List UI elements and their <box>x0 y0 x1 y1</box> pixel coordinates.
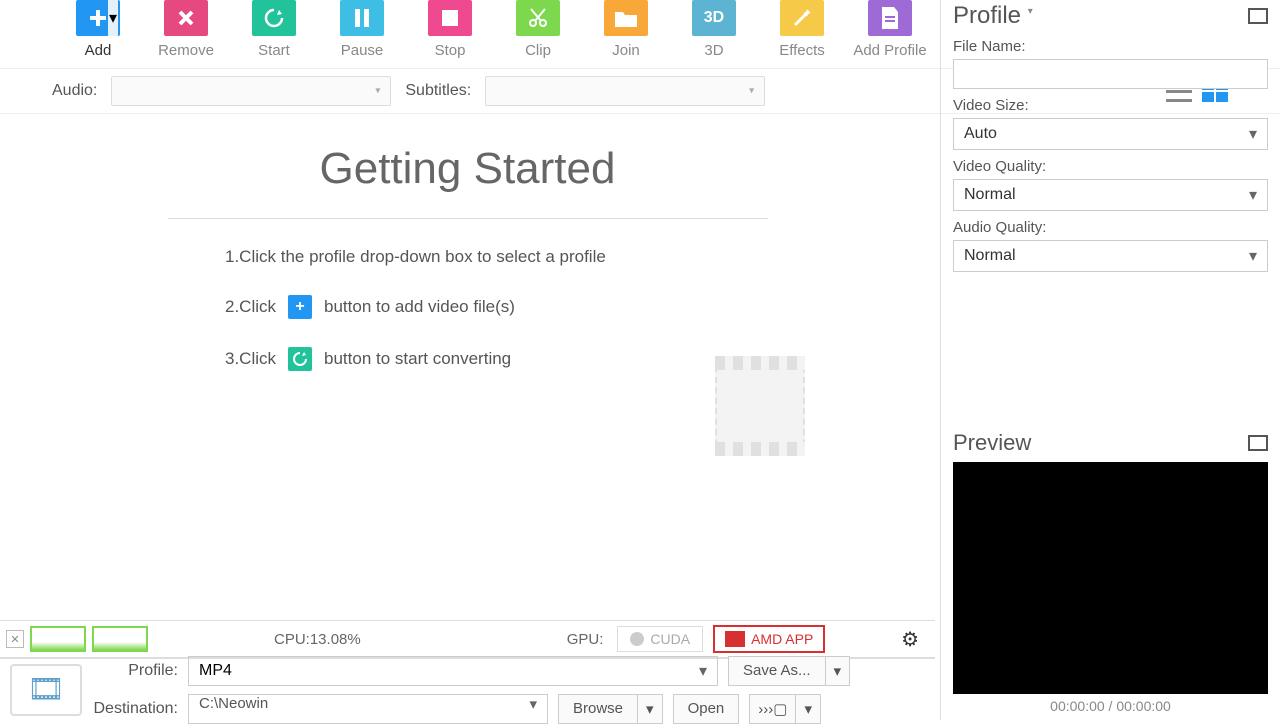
audio-label: Audio: <box>52 82 97 100</box>
gpu-label: GPU: <box>567 631 604 648</box>
audioquality-label: Audio Quality: <box>953 219 1268 236</box>
save-as-label: Save As... <box>743 662 811 679</box>
videosize-label: Video Size: <box>953 97 1268 114</box>
videoquality-label: Video Quality: <box>953 158 1268 175</box>
effects-label: Effects <box>779 42 825 59</box>
folder-icon <box>604 0 648 36</box>
videoquality-value: Normal <box>964 186 1016 204</box>
subtitles-dropdown[interactable] <box>485 76 765 106</box>
main-content: Getting Started 1.Click the profile drop… <box>0 114 935 596</box>
videosize-dropdown[interactable]: Auto <box>953 118 1268 150</box>
refresh-icon <box>252 0 296 36</box>
cuda-label: CUDA <box>650 631 690 647</box>
remove-button[interactable]: Remove <box>148 0 224 59</box>
effects-button[interactable]: Effects <box>764 0 840 59</box>
browse-button[interactable]: Browse <box>558 694 638 724</box>
profile-label: Profile: <box>92 662 178 680</box>
open-button[interactable]: Open <box>673 694 740 724</box>
add-profile-label: Add Profile <box>853 42 926 59</box>
divider <box>168 218 768 219</box>
audioquality-dropdown[interactable]: Normal <box>953 240 1268 272</box>
video-thumb-icon[interactable]: 🎞 <box>10 664 82 716</box>
browse-split[interactable]: ▾ <box>638 694 663 724</box>
profile-dropdown[interactable]: MP4 <box>188 656 718 686</box>
3d-label: 3D <box>704 42 723 59</box>
scissors-icon <box>516 0 560 36</box>
stop-icon <box>428 0 472 36</box>
cpu-text: CPU:13.08% <box>274 631 361 648</box>
stop-button[interactable]: Stop <box>412 0 488 59</box>
profile-panel-title: Profile ▾ <box>953 2 1033 30</box>
save-as-button[interactable]: Save As... <box>728 656 826 686</box>
plus-icon: ▾ <box>76 0 120 36</box>
step-2: 2.Click + button to add video file(s) <box>225 295 935 319</box>
destination-label: Destination: <box>92 700 178 718</box>
preview-video[interactable] <box>953 462 1268 694</box>
audio-dropdown[interactable] <box>111 76 391 106</box>
close-icon[interactable]: ✕ <box>6 630 24 648</box>
expand-icon[interactable] <box>1248 8 1268 24</box>
status-bar: ✕ CPU:13.08% GPU: CUDA AMD APP ⚙ <box>0 620 935 658</box>
join-button[interactable]: Join <box>588 0 664 59</box>
cpu-graph-2 <box>92 626 148 652</box>
subtitles-label: Subtitles: <box>405 82 471 100</box>
plus-icon: + <box>288 295 312 319</box>
3d-button[interactable]: 3D 3D <box>676 0 752 59</box>
document-icon <box>868 0 912 36</box>
add-profile-button[interactable]: Add Profile <box>852 0 928 59</box>
step-2-text-a: 2.Click <box>225 297 276 317</box>
start-button[interactable]: Start <box>236 0 312 59</box>
cuda-button[interactable]: CUDA <box>617 626 703 652</box>
cpu-graph-1 <box>30 626 86 652</box>
add-button[interactable]: ▾ Add <box>60 0 136 59</box>
destination-value: C:\Neowin <box>199 695 268 712</box>
filename-label: File Name: <box>953 38 1268 55</box>
film-placeholder-icon <box>715 356 805 456</box>
chevron-down-icon[interactable]: ▾ <box>108 0 118 36</box>
filename-input[interactable] <box>953 59 1268 89</box>
audioquality-value: Normal <box>964 247 1016 265</box>
pause-button[interactable]: Pause <box>324 0 400 59</box>
refresh-icon <box>288 347 312 371</box>
start-label: Start <box>258 42 290 59</box>
amd-button[interactable]: AMD APP <box>713 625 825 653</box>
step-3-text-b: button to start converting <box>324 349 511 369</box>
profile-value: MP4 <box>199 662 232 680</box>
wand-icon <box>780 0 824 36</box>
nvidia-icon <box>630 632 644 646</box>
bottom-panel: 🎞 Profile: MP4 Save As... ▾ Destination:… <box>0 658 935 720</box>
clip-label: Clip <box>525 42 551 59</box>
open-label: Open <box>688 700 725 717</box>
fullscreen-icon[interactable] <box>1248 435 1268 451</box>
step-1: 1.Click the profile drop-down box to sel… <box>225 247 935 267</box>
getting-started-title: Getting Started <box>0 144 935 194</box>
pause-icon <box>340 0 384 36</box>
add-label: Add <box>85 42 112 59</box>
preview-panel: Preview 00:00:00 / 00:00:00 <box>941 430 1280 720</box>
remove-label: Remove <box>158 42 214 59</box>
gear-icon[interactable]: ⚙ <box>901 627 919 652</box>
x-icon <box>164 0 208 36</box>
merge-split[interactable]: ▾ <box>796 694 821 724</box>
amd-label: AMD APP <box>751 631 813 647</box>
preview-title: Preview <box>953 430 1031 456</box>
destination-input[interactable]: C:\Neowin <box>188 694 548 724</box>
videosize-value: Auto <box>964 125 997 143</box>
step-3-text-a: 3.Click <box>225 349 276 369</box>
pause-label: Pause <box>341 42 384 59</box>
step-3: 3.Click button to start converting <box>225 347 935 371</box>
profile-panel: Profile ▾ File Name: Video Size: Auto Vi… <box>940 0 1280 720</box>
step-2-text-b: button to add video file(s) <box>324 297 515 317</box>
clip-button[interactable]: Clip <box>500 0 576 59</box>
save-as-split[interactable]: ▾ <box>826 656 851 686</box>
step-1-text: 1.Click the profile drop-down box to sel… <box>225 247 606 267</box>
3d-icon: 3D <box>692 0 736 36</box>
browse-label: Browse <box>573 700 623 717</box>
stop-label: Stop <box>435 42 466 59</box>
videoquality-dropdown[interactable]: Normal <box>953 179 1268 211</box>
preview-time: 00:00:00 / 00:00:00 <box>953 698 1268 714</box>
join-label: Join <box>612 42 640 59</box>
merge-button[interactable]: ›››▢ <box>749 694 796 724</box>
amd-icon <box>725 631 745 647</box>
